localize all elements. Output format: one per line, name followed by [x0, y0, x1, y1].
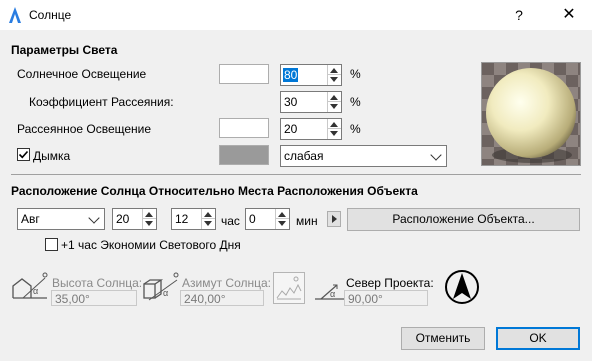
- sun-lighting-label: Солнечное Освещение: [17, 67, 147, 81]
- day-value: 20: [116, 212, 130, 226]
- play-button[interactable]: [327, 211, 341, 227]
- north-field: 90,00°: [344, 290, 428, 306]
- ambient-lighting-spinner[interactable]: [327, 119, 341, 139]
- azimuth-field: 240,00°: [180, 290, 264, 306]
- dialog-footer: Отменить OK: [0, 319, 592, 361]
- haze-dropdown[interactable]: слабая: [280, 145, 447, 167]
- hour-spinner[interactable]: [201, 209, 215, 229]
- play-icon: [332, 215, 337, 223]
- ambient-color-swatch[interactable]: [219, 118, 269, 138]
- minute-value: 0: [249, 212, 256, 226]
- month-dropdown[interactable]: Авг: [17, 208, 105, 230]
- scatter-spinner[interactable]: [327, 92, 341, 112]
- north-angle-icon: α: [315, 284, 345, 300]
- month-value: Авг: [21, 212, 40, 226]
- hour-unit-label: час: [221, 214, 240, 228]
- light-section-title: Параметры Света: [11, 43, 118, 57]
- altitude-field: 35,00°: [51, 290, 137, 306]
- altitude-value: 35,00°: [55, 292, 90, 306]
- hour-field[interactable]: 12: [171, 208, 216, 230]
- scatter-percent-label: %: [350, 95, 361, 109]
- haze-dropdown-value: слабая: [284, 149, 324, 163]
- sun-color-swatch[interactable]: [219, 64, 269, 84]
- help-button[interactable]: ?: [496, 0, 542, 30]
- ambient-lighting-value: 20: [284, 122, 298, 136]
- cancel-button[interactable]: Отменить: [401, 327, 485, 350]
- title-bar: Солнце ? ✕: [0, 0, 592, 30]
- svg-text:α: α: [330, 289, 335, 299]
- window-title: Солнце: [29, 8, 72, 22]
- scatter-label: Коэффициент Рассеяния:: [29, 95, 174, 109]
- hour-value: 12: [175, 212, 189, 226]
- sun-azimuth-icon: α: [143, 272, 179, 301]
- app-icon: [9, 7, 21, 23]
- chevron-down-icon: [88, 212, 100, 224]
- sun-lighting-value: 80: [283, 68, 299, 82]
- minute-field[interactable]: 0: [245, 208, 290, 230]
- ok-button[interactable]: OK: [496, 327, 580, 350]
- svg-text:α: α: [33, 286, 38, 296]
- azimuth-value: 240,00°: [184, 292, 226, 306]
- sun-altitude-icon: α: [12, 272, 48, 299]
- chevron-down-icon: [430, 149, 442, 161]
- ambient-percent-label: %: [350, 122, 361, 136]
- sun-path-button[interactable]: [273, 272, 305, 304]
- sun-path-icon: [276, 276, 302, 300]
- light-preview: [481, 62, 581, 166]
- minute-spinner[interactable]: [275, 209, 289, 229]
- azimuth-label: Азимут Солнца:: [182, 276, 272, 290]
- north-value: 90,00°: [348, 292, 383, 306]
- north-label: Север Проекта:: [346, 276, 434, 290]
- close-button[interactable]: ✕: [546, 0, 592, 30]
- dst-checkbox[interactable]: [45, 238, 58, 251]
- ambient-lighting-label: Рассеянное Освещение: [17, 122, 152, 136]
- haze-checkbox[interactable]: [17, 148, 30, 161]
- scatter-value: 30: [284, 95, 298, 109]
- north-compass-icon[interactable]: [444, 269, 480, 305]
- separator: [11, 174, 581, 175]
- dst-label: +1 час Экономии Светового Дня: [61, 238, 241, 252]
- position-section-title: Расположение Солнца Относительно Места Р…: [11, 184, 418, 198]
- day-field[interactable]: 20: [112, 208, 157, 230]
- checkmark-icon: [18, 150, 29, 159]
- sun-lighting-field[interactable]: 80: [280, 64, 342, 86]
- minute-unit-label: мин: [296, 214, 318, 228]
- ambient-lighting-field[interactable]: 20: [280, 118, 342, 140]
- haze-label: Дымка: [33, 149, 71, 163]
- haze-color-swatch[interactable]: [219, 145, 269, 165]
- sun-percent-label: %: [350, 67, 361, 81]
- sun-dialog: Солнце ? ✕ Параметры Света Солнечное Осв…: [0, 0, 592, 361]
- day-spinner[interactable]: [142, 209, 156, 229]
- altitude-label: Высота Солнца:: [52, 276, 143, 290]
- preview-sphere-image: [482, 63, 580, 165]
- scatter-field[interactable]: 30: [280, 91, 342, 113]
- project-location-button[interactable]: Расположение Объекта...: [347, 208, 580, 231]
- sun-lighting-spinner[interactable]: [327, 65, 341, 85]
- svg-text:α: α: [163, 288, 168, 298]
